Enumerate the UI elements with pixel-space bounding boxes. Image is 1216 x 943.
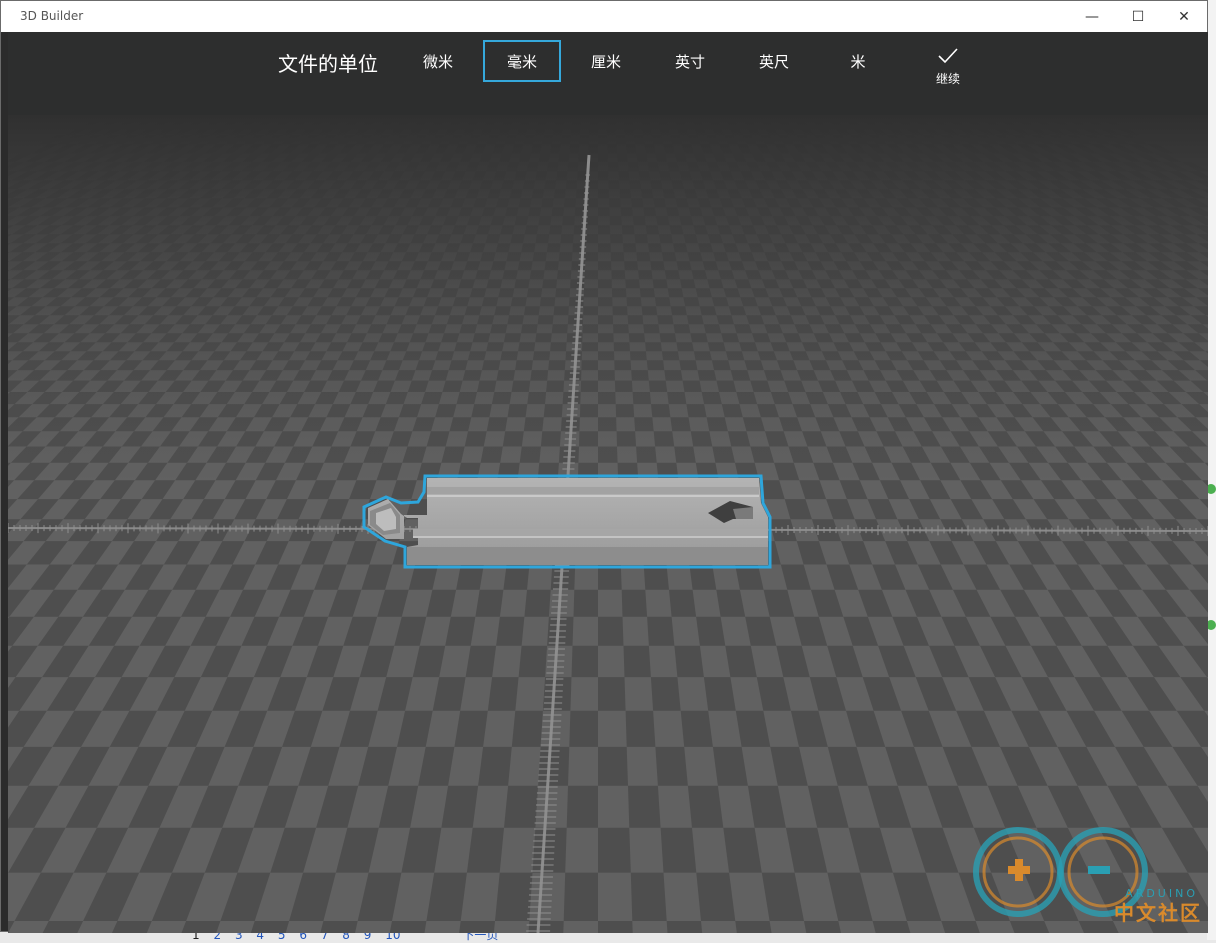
unit-foot-button[interactable]: 英尺 — [735, 40, 813, 82]
continue-label: 继续 — [920, 70, 976, 87]
unit-millimeter-button[interactable]: 毫米 — [483, 40, 561, 82]
title-bar: 3D Builder — ☐ ✕ — [1, 1, 1207, 32]
app-window: 3D Builder — ☐ ✕ 文件的单位 微米 毫米 厘米 英寸 英尺 米 … — [0, 0, 1208, 932]
minimize-icon: — — [1085, 9, 1099, 25]
continue-button[interactable]: 继续 — [920, 46, 976, 87]
close-icon: ✕ — [1178, 9, 1190, 25]
unit-meter-button[interactable]: 米 — [819, 40, 897, 82]
arduino-watermark: ARDUINO 中文社区 — [958, 820, 1208, 930]
minimize-button[interactable]: — — [1069, 1, 1115, 32]
watermark-text: 中文社区 — [1114, 897, 1202, 926]
unit-inch-button[interactable]: 英寸 — [651, 40, 729, 82]
background-app-strip — [1207, 0, 1216, 940]
file-units-title: 文件的单位 — [278, 48, 378, 77]
checkmark-icon — [936, 46, 960, 66]
close-button[interactable]: ✕ — [1161, 1, 1207, 32]
3d-viewport[interactable] — [8, 115, 1208, 933]
unit-centimeter-button[interactable]: 厘米 — [567, 40, 645, 82]
track-model[interactable] — [364, 476, 770, 567]
maximize-icon: ☐ — [1132, 9, 1145, 25]
unit-toolbar: 文件的单位 微米 毫米 厘米 英寸 英尺 米 继续 — [8, 32, 1208, 115]
maximize-button[interactable]: ☐ — [1115, 1, 1161, 32]
viewport-canvas — [8, 115, 1208, 933]
unit-micrometer-button[interactable]: 微米 — [399, 40, 477, 82]
app-title: 3D Builder — [20, 9, 83, 23]
